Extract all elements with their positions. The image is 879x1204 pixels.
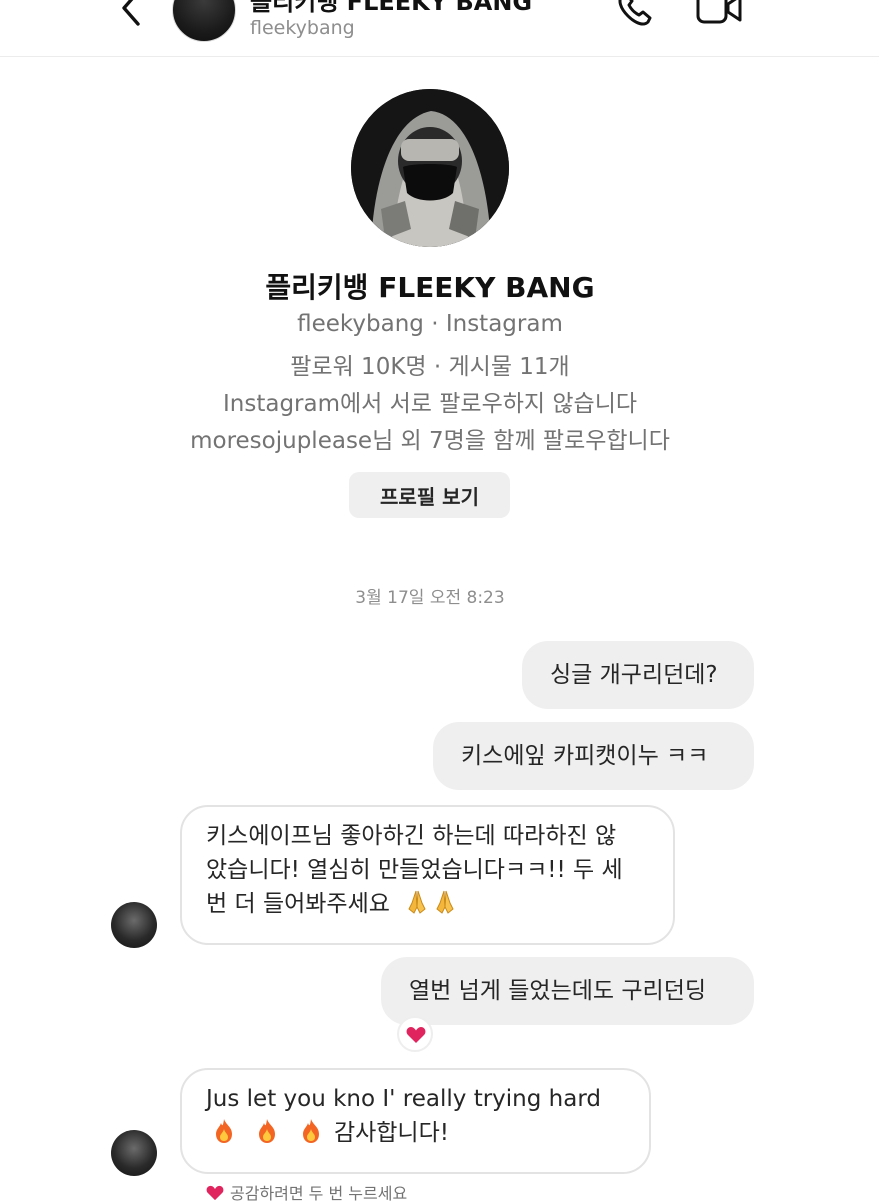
double-tap-hint-text: 공감하려면 두 번 누르세요: [230, 1184, 408, 1203]
message-text: Jus let you kno I' really trying hard: [206, 1086, 601, 1112]
sent-message[interactable]: 싱글 개구리던데?: [522, 641, 754, 709]
message-text: 키스에잎 카피캣이누 ㅋㅋ: [461, 743, 709, 769]
received-message[interactable]: 키스에이프님 좋아하긴 하는데 따라하진 않 았습니다! 열심히 만들었습니다ㅋ…: [180, 805, 675, 945]
message-text: 감사합니다!: [333, 1120, 449, 1146]
folded-hands-emoji: [408, 890, 426, 914]
double-tap-hint: 공감하려면 두 번 누르세요: [206, 1180, 407, 1204]
message-text: 열번 넘게 들었는데도 구리던딩: [409, 978, 707, 1004]
heart-icon: [206, 1185, 224, 1201]
follow-status: Instagram에서 서로 팔로우하지 않습니다: [222, 391, 638, 417]
sent-message[interactable]: 키스에잎 카피캣이누 ㅋㅋ: [433, 722, 754, 790]
header-username[interactable]: fleekybang: [250, 17, 355, 39]
message-line: 번 더 들어봐주세요: [206, 887, 649, 921]
folded-hands-emoji: [436, 890, 454, 914]
sender-avatar[interactable]: [111, 902, 157, 948]
chevron-left-icon[interactable]: [112, 0, 152, 32]
profile-source: fleekybang · Instagram: [297, 311, 563, 337]
message-text: 번 더 들어봐주세요: [206, 891, 390, 917]
message-text: 싱글 개구리던데?: [550, 662, 718, 688]
message-reaction[interactable]: [397, 1016, 433, 1052]
fire-emoji: [216, 1119, 232, 1143]
profile-stats: 팔로워 10K명 · 게시물 11개: [290, 354, 570, 380]
message-timestamp: 3월 17일 오전 8:23: [355, 588, 505, 608]
dm-thread-screen: 플리키뱅 FLEEKY BANG fleekybang 플리키뱅 FLEEKY …: [0, 0, 879, 1203]
profile-name: 플리키뱅 FLEEKY BANG: [265, 271, 595, 304]
message-text: 키스에이프님 좋아하긴 하는데 따라하진 않: [206, 823, 617, 849]
phone-icon[interactable]: [612, 0, 660, 30]
message-text: 았습니다! 열심히 만들었습니다ㅋㅋ!! 두 세: [206, 857, 623, 883]
sent-message[interactable]: 열번 넘게 들었는데도 구리던딩: [381, 957, 754, 1025]
message-line: 감사합니다!: [206, 1116, 625, 1150]
fire-emoji: [259, 1119, 276, 1143]
sender-avatar[interactable]: [111, 1130, 157, 1176]
mutual-followers: moresojuplease님 외 7명을 함께 팔로우합니다: [190, 428, 670, 454]
heart-icon: [406, 1027, 426, 1043]
received-message[interactable]: Jus let you kno I' really trying hard 감사…: [180, 1068, 651, 1174]
header-avatar[interactable]: [172, 0, 236, 42]
profile-avatar[interactable]: [351, 89, 509, 247]
profile-photo-icon: [351, 89, 509, 247]
video-camera-icon[interactable]: [694, 0, 746, 30]
view-profile-button[interactable]: 프로필 보기: [349, 472, 510, 518]
chat-header: 플리키뱅 FLEEKY BANG fleekybang: [0, 0, 879, 57]
header-title[interactable]: 플리키뱅 FLEEKY BANG: [250, 0, 532, 17]
fire-emoji: [302, 1119, 319, 1143]
